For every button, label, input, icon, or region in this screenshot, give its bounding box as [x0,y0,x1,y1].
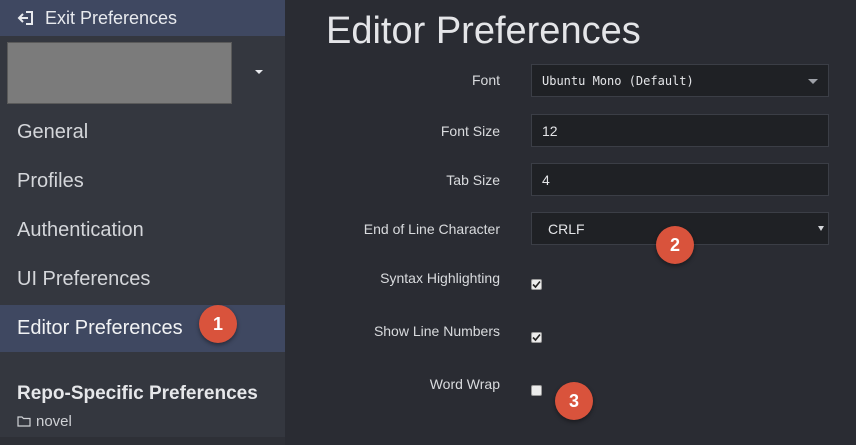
chevron-down-icon [808,79,818,84]
tab-size-label: Tab Size [446,172,500,188]
sidebar-item-repo-novel[interactable]: novel [17,413,72,430]
font-size-input[interactable]: 12 [531,114,829,147]
chevron-down-icon [818,226,824,231]
page-title: Editor Preferences [326,10,641,52]
exit-preferences-label: Exit Preferences [45,7,178,28]
folder-icon [17,416,31,427]
show-line-numbers-label: Show Line Numbers [373,323,500,339]
font-select[interactable]: Ubuntu Mono (Default) [531,64,829,97]
font-size-value: 12 [542,122,558,139]
annotation-badge-2: 2 [656,226,694,264]
show-line-numbers-checkbox[interactable] [531,332,542,343]
font-select-value: Ubuntu Mono (Default) [542,73,694,88]
word-wrap-label: Word Wrap [429,376,500,392]
font-size-label: Font Size [440,123,500,139]
syntax-highlighting-checkbox[interactable] [531,279,542,290]
tab-size-value: 4 [542,171,550,188]
word-wrap-checkbox[interactable] [531,385,542,396]
repo-item-label: novel [36,413,72,430]
font-label: Font [471,72,500,88]
annotation-badge-3: 3 [555,382,593,420]
syntax-highlighting-label: Syntax Highlighting [380,270,500,286]
check-icon [532,333,541,342]
tab-size-input[interactable]: 4 [531,163,829,196]
sign-out-icon [17,8,37,28]
check-icon [532,280,541,289]
exit-preferences-button[interactable]: Exit Preferences [0,0,285,36]
sidebar-divider [0,437,285,445]
annotation-badge-1: 1 [199,305,237,343]
eol-select-value: CRLF [548,220,585,237]
eol-label: End of Line Character [363,221,500,237]
